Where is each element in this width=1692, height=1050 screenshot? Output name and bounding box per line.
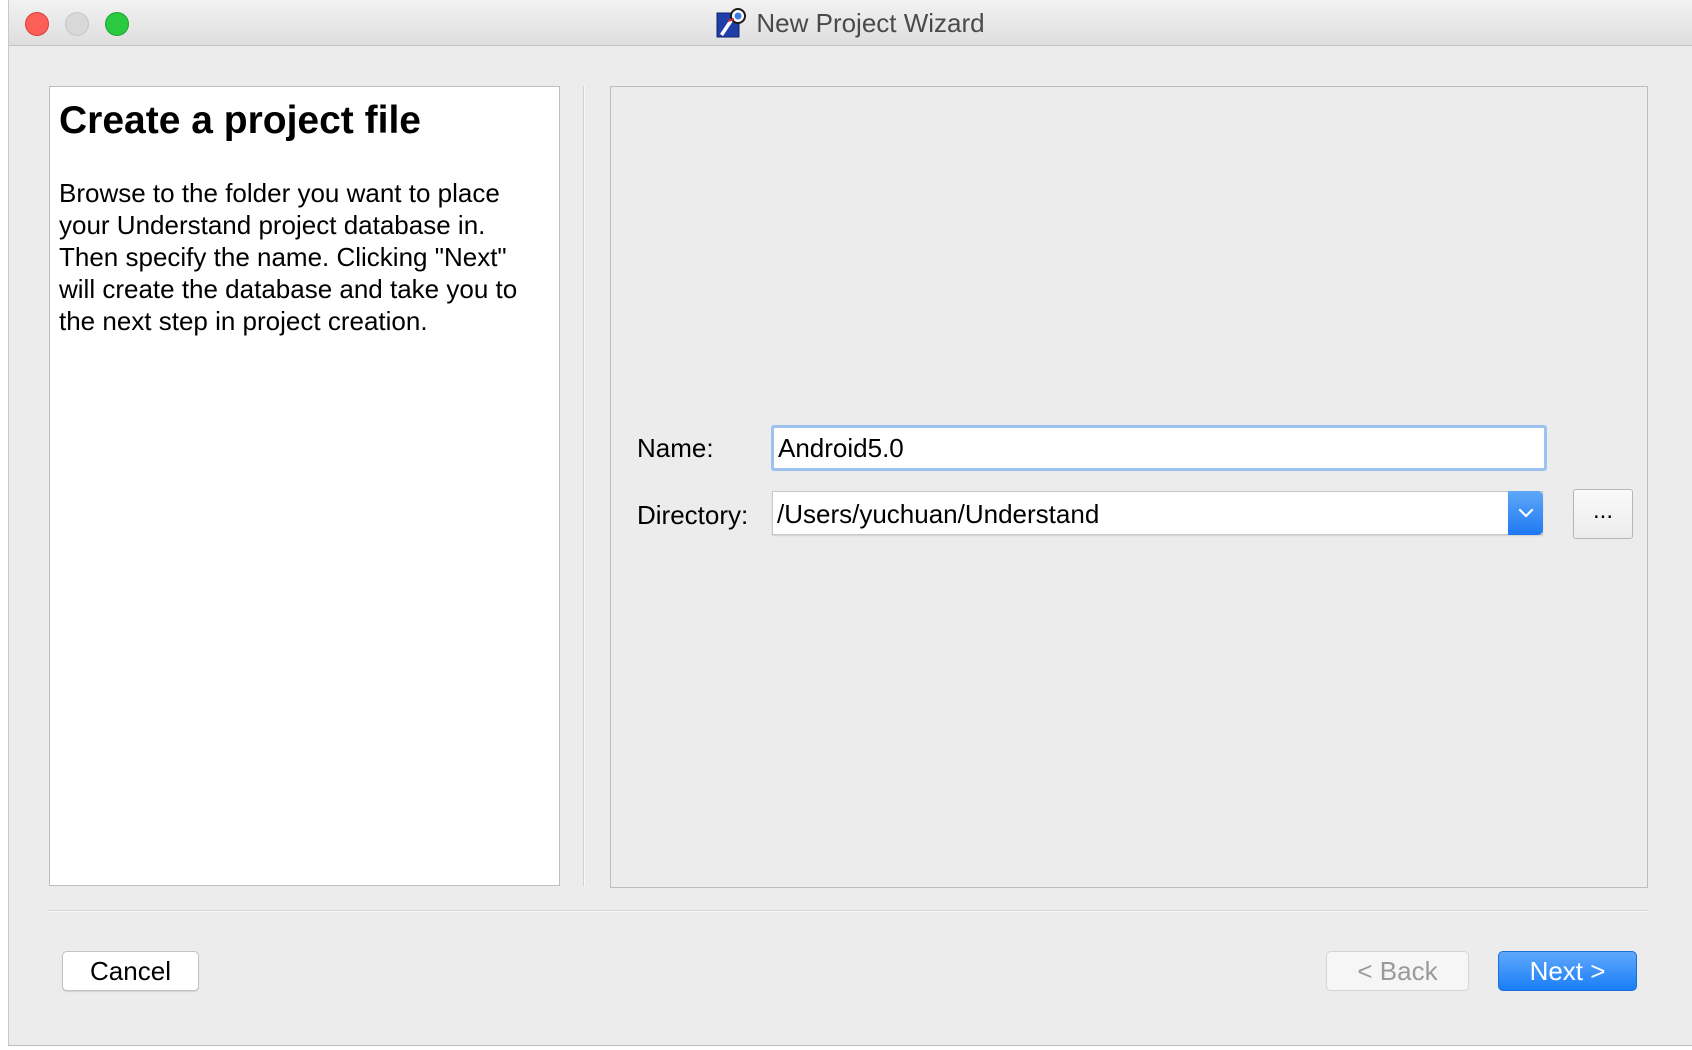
chevron-down-icon	[1518, 508, 1533, 518]
page-heading: Create a project file	[59, 99, 421, 142]
panel-divider	[583, 86, 585, 886]
directory-combobox[interactable]: /Users/yuchuan/Understand	[772, 491, 1543, 535]
instructions-panel: Create a project file Browse to the fold…	[49, 86, 560, 886]
instructions-text: Browse to the folder you want to place y…	[59, 178, 518, 336]
understand-app-icon	[716, 8, 747, 38]
cancel-button[interactable]: Cancel	[62, 951, 199, 991]
directory-value[interactable]: /Users/yuchuan/Understand	[777, 499, 1099, 530]
directory-dropdown-button[interactable]	[1508, 491, 1543, 535]
name-input[interactable]	[771, 425, 1547, 471]
wizard-window: New Project Wizard Create a project file…	[8, 0, 1692, 1046]
browse-button[interactable]: ...	[1573, 489, 1633, 539]
window-title: New Project Wizard	[756, 7, 985, 38]
title-area: New Project Wizard	[9, 0, 1692, 46]
name-label: Name:	[637, 433, 714, 463]
footer-separator	[49, 910, 1648, 912]
title-bar: New Project Wizard	[9, 0, 1692, 46]
form-panel: Name: Directory: /Users/yuchuan/Understa…	[610, 86, 1648, 888]
next-button[interactable]: Next >	[1498, 951, 1637, 991]
directory-label: Directory:	[637, 500, 749, 530]
back-button[interactable]: < Back	[1326, 951, 1469, 991]
